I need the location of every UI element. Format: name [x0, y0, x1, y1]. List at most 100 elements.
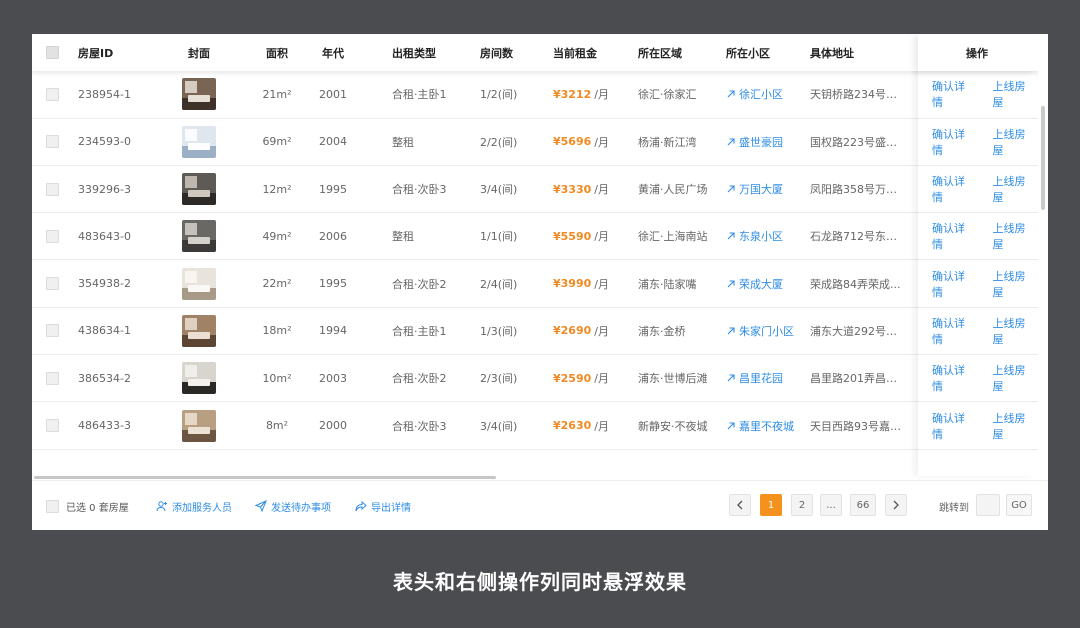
address: 石龙路712号东泉... [810, 230, 906, 244]
community-name: 朱家门小区 [739, 324, 794, 338]
row-checkbox[interactable] [46, 419, 59, 433]
year: 2004 [319, 135, 347, 149]
arrow-up-right-icon [727, 138, 735, 146]
publish-house-link[interactable]: 上线房屋 [993, 410, 1037, 442]
horizontal-scrollbar[interactable] [32, 475, 1038, 480]
publish-house-link[interactable]: 上线房屋 [993, 268, 1037, 300]
row-checkbox[interactable] [46, 135, 59, 149]
area: 22m² [262, 277, 292, 291]
district: 徐汇·上海南站 [638, 230, 708, 244]
row-checkbox[interactable] [46, 87, 59, 101]
horizontal-scrollbar-thumb[interactable] [34, 476, 496, 479]
publish-house-link[interactable]: 上线房屋 [993, 362, 1037, 394]
community-name: 东泉小区 [739, 230, 783, 244]
table-row[interactable]: 386534-2 10m² 2003 合租·次卧2 2/3(间) ¥2590/月 浦东·世博… [32, 355, 1048, 403]
table-row[interactable]: 238954-1 21m² 2001 合租·主卧1 1/2(间) ¥3212/月 徐汇·徐家… [32, 71, 1048, 119]
rooms: 2/2(间) [480, 135, 518, 149]
publish-house-link[interactable]: 上线房屋 [993, 315, 1037, 347]
jump-to-label: 跳转到 [939, 502, 969, 514]
rent-type: 合租·次卧3 [392, 419, 447, 433]
publish-house-link[interactable]: 上线房屋 [993, 220, 1037, 252]
confirm-details-link[interactable]: 确认详情 [932, 220, 976, 252]
send-todo-button[interactable]: 发送待办事项 [255, 481, 331, 530]
community-link[interactable]: 盛世豪园 [726, 134, 783, 150]
community-link[interactable]: 东泉小区 [726, 228, 783, 244]
arrow-up-right-icon [727, 185, 735, 193]
vertical-scrollbar[interactable] [1038, 34, 1048, 476]
confirm-details-link[interactable]: 确认详情 [932, 173, 976, 205]
sticky-actions-column: 确认详情 上线房屋 确认详情 上线房屋 确认详情 上线房屋 确认详情 上线房屋 确认详情 上线房屋… [918, 34, 1036, 476]
confirm-details-link[interactable]: 确认详情 [932, 126, 976, 158]
confirm-details-link[interactable]: 确认详情 [932, 410, 976, 442]
add-user-icon [156, 501, 167, 512]
header-rent-type: 出租类型 [392, 46, 436, 60]
go-button[interactable]: GO [1006, 494, 1032, 516]
community-link[interactable]: 徐汇小区 [726, 86, 783, 102]
row-checkbox[interactable] [46, 371, 59, 385]
actions-cell: 确认详情上线房屋 [918, 402, 1037, 450]
row-checkbox[interactable] [46, 182, 59, 196]
share-icon [355, 500, 367, 512]
row-checkbox[interactable] [46, 229, 59, 243]
publish-house-link[interactable]: 上线房屋 [993, 78, 1037, 110]
confirm-details-link[interactable]: 确认详情 [932, 78, 976, 110]
add-staff-button[interactable]: 添加服务人员 [156, 481, 232, 530]
pager-ellipsis[interactable]: ... [820, 494, 842, 516]
pager-prev-button[interactable] [729, 494, 751, 516]
select-all-checkbox[interactable] [46, 46, 59, 59]
year: 1995 [319, 277, 347, 291]
community-link[interactable]: 万国大厦 [726, 181, 783, 197]
current-rent: ¥2690/月 [553, 308, 635, 354]
community-link[interactable]: 嘉里不夜城 [726, 418, 794, 434]
rooms: 3/4(间) [480, 183, 518, 197]
table-row[interactable]: 234593-0 69m² 2004 整租 2/2(间) ¥5696/月 杨浦·新江湾 盛世豪… [32, 119, 1048, 166]
cover-image[interactable] [182, 173, 216, 206]
table-body[interactable]: 325436-116m²2018合租·主卧11/3(间)¥3130/月静安·静安… [32, 34, 1048, 476]
current-rent: ¥5696/月 [553, 119, 635, 165]
area: 8m² [265, 419, 289, 433]
vertical-scrollbar-thumb[interactable] [1041, 106, 1045, 210]
address: 国权路223号盛世... [810, 135, 906, 149]
table-row[interactable]: 354938-2 22m² 1995 合租·次卧2 2/4(间) ¥3990/月 浦东·陆家… [32, 260, 1048, 308]
cover-image[interactable] [182, 362, 216, 395]
row-checkbox[interactable] [46, 277, 59, 291]
confirm-details-link[interactable]: 确认详情 [932, 362, 976, 394]
header-year: 年代 [322, 46, 344, 60]
export-button[interactable]: 导出详情 [355, 481, 411, 530]
publish-house-link[interactable]: 上线房屋 [993, 173, 1037, 205]
confirm-details-link[interactable]: 确认详情 [932, 315, 976, 347]
area: 21m² [262, 87, 292, 101]
cover-image[interactable] [182, 267, 216, 300]
publish-house-link[interactable]: 上线房屋 [993, 126, 1037, 158]
year: 2006 [319, 229, 347, 243]
confirm-details-link[interactable]: 确认详情 [932, 268, 976, 300]
pager-next-button[interactable] [885, 494, 907, 516]
pager-page-66[interactable]: 66 [850, 494, 876, 516]
cover-image[interactable] [182, 409, 216, 442]
row-checkbox[interactable] [46, 324, 59, 338]
cover-image[interactable] [182, 220, 216, 253]
cover-image[interactable] [182, 314, 216, 347]
community-link[interactable]: 荣成大厦 [726, 276, 783, 292]
current-rent: ¥3212/月 [553, 71, 635, 117]
rent-unit: /月 [594, 230, 609, 244]
table-row[interactable]: 483643-0 49m² 2006 整租 1/1(间) ¥5590/月 徐汇·上海南站 东泉… [32, 213, 1048, 261]
rent-type: 合租·次卧2 [392, 277, 447, 291]
community-link[interactable]: 朱家门小区 [726, 323, 794, 339]
house-id: 483643-0 [78, 229, 131, 243]
arrow-up-right-icon [727, 327, 735, 335]
community-link[interactable]: 昌里花园 [726, 370, 783, 386]
pager-page-2[interactable]: 2 [791, 494, 813, 516]
rent-unit: /月 [594, 135, 609, 149]
footer-select-checkbox[interactable] [46, 499, 59, 513]
cover-image[interactable] [182, 78, 216, 111]
table-row[interactable]: 486433-3 8m² 2000 合租·次卧3 3/4(间) ¥2630/月 新静安·不夜… [32, 402, 1048, 450]
table-row[interactable]: 339296-3 12m² 1995 合租·次卧3 3/4(间) ¥3330/月 黄浦·人民… [32, 166, 1048, 214]
table-row[interactable]: 438634-1 18m² 1994 合租·主卧1 1/3(间) ¥2690/月 浦东·金桥… [32, 308, 1048, 356]
actions-cell: 确认详情上线房屋 [918, 213, 1037, 261]
rent-type: 合租·次卧3 [392, 183, 447, 197]
pager-page-1[interactable]: 1 [760, 494, 782, 516]
cover-image[interactable] [182, 125, 216, 158]
house-id: 339296-3 [78, 182, 131, 196]
jump-page-input[interactable] [976, 494, 1000, 516]
